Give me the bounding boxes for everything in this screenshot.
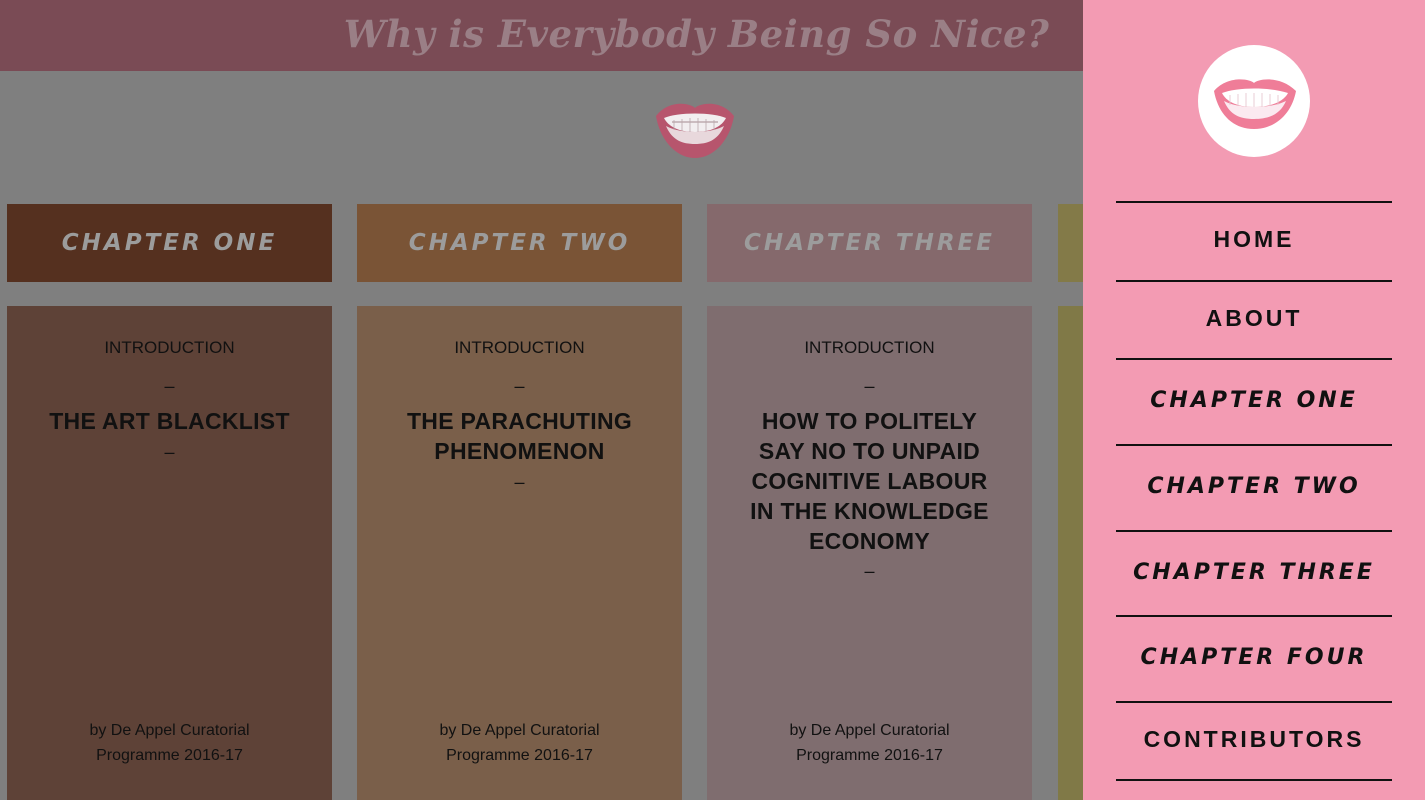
card-title-line: IN THE KNOWLEDGE [750, 498, 989, 524]
card-title-line: HOW TO POLITELY [761, 408, 978, 434]
nav-divider [1116, 201, 1392, 203]
card-byline: by De Appel Curatorial Programme 2016-17 [357, 718, 682, 768]
card-title-line: THE ART BLACKLIST [49, 408, 290, 434]
card-title-line: PHENOMENON [434, 438, 605, 464]
card-dash: – [864, 561, 875, 581]
card-title[interactable]: THE PARACHUTING PHENOMENON [357, 406, 682, 466]
nav-divider [1116, 444, 1392, 446]
chapter-tab-three[interactable]: CHAPTER THREE [707, 204, 1032, 282]
card-dash: – [164, 442, 175, 462]
card-title-line: ECONOMY [809, 528, 930, 554]
card-kicker: INTRODUCTION [454, 338, 585, 357]
side-logo[interactable] [1198, 45, 1310, 157]
card-byline: by De Appel Curatorial Programme 2016-17 [707, 718, 1032, 768]
card-kicker: INTRODUCTION [804, 338, 935, 357]
side-nav-panel: HOME ABOUT CHAPTER ONE CHAPTER TWO CHAPT… [1083, 0, 1425, 800]
card-byline-line: by De Appel Curatorial [439, 722, 600, 739]
smiling-mouth-logo-icon[interactable] [652, 96, 738, 160]
card-byline: by De Appel Curatorial Programme 2016-17 [7, 718, 332, 768]
card-byline-line: Programme 2016-17 [446, 747, 593, 764]
card-dash: – [514, 376, 525, 396]
card-title-line: SAY NO TO UNPAID [758, 438, 981, 464]
smiling-mouth-logo-icon [1214, 79, 1296, 129]
card-title-line: THE PARACHUTING [406, 408, 633, 434]
nav-item-contributors[interactable]: CONTRIBUTORS [1116, 726, 1392, 753]
card-dash: – [514, 472, 525, 492]
chapter-tab-two[interactable]: CHAPTER TWO [357, 204, 682, 282]
nav-divider [1116, 358, 1392, 360]
nav-divider [1116, 280, 1392, 282]
nav-divider [1116, 701, 1392, 703]
nav-item-chapter-four[interactable]: CHAPTER FOUR [1116, 645, 1392, 670]
card-title-line: COGNITIVE LABOUR [751, 468, 988, 494]
nav-item-home[interactable]: HOME [1116, 226, 1392, 253]
nav-divider [1116, 530, 1392, 532]
nav-divider [1116, 615, 1392, 617]
card-title[interactable]: THE ART BLACKLIST [7, 406, 332, 436]
nav-divider [1116, 779, 1392, 781]
nav-item-chapter-three[interactable]: CHAPTER THREE [1116, 560, 1392, 585]
nav-item-chapter-one[interactable]: CHAPTER ONE [1116, 388, 1392, 413]
card-title[interactable]: HOW TO POLITELY SAY NO TO UNPAID COGNITI… [707, 406, 1032, 556]
card-byline-line: by De Appel Curatorial [89, 722, 250, 739]
card-byline-line: Programme 2016-17 [96, 747, 243, 764]
card-dash: – [164, 376, 175, 396]
nav-item-chapter-two[interactable]: CHAPTER TWO [1116, 474, 1392, 499]
card-dash: – [864, 376, 875, 396]
card-byline-line: Programme 2016-17 [796, 747, 943, 764]
nav-item-about[interactable]: ABOUT [1116, 305, 1392, 332]
card-kicker: INTRODUCTION [104, 338, 235, 357]
card-byline-line: by De Appel Curatorial [789, 722, 950, 739]
chapter-tab-one[interactable]: CHAPTER ONE [7, 204, 332, 282]
